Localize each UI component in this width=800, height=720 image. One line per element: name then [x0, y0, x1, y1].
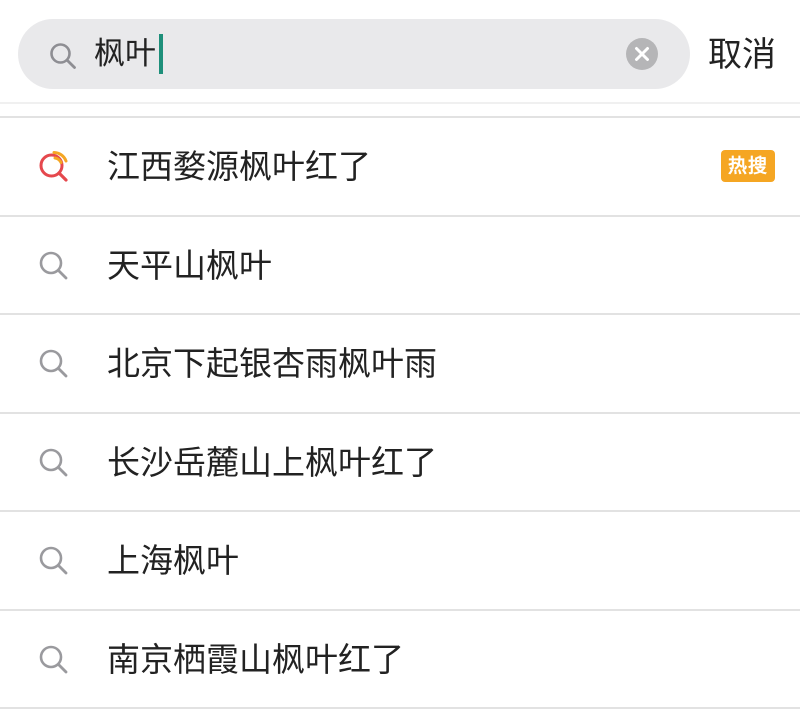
- search-icon: [39, 448, 68, 476]
- suggestion-text: 北京下起银杏雨枫叶雨: [107, 344, 437, 383]
- cancel-button[interactable]: 取消: [708, 32, 776, 78]
- header-divider: [0, 102, 800, 104]
- suggestion-item-hot[interactable]: 江西婺源枫叶红了 热搜: [0, 118, 800, 217]
- search-icon: [39, 349, 68, 378]
- suggestion-item[interactable]: 天平山枫叶: [0, 217, 800, 315]
- suggestion-text: 江西婺源枫叶红了: [107, 147, 371, 186]
- clear-icon: [635, 47, 649, 61]
- suggestion-item[interactable]: 上海枫叶: [0, 512, 800, 611]
- search-query-text: 枫叶: [94, 36, 156, 72]
- suggestion-text: 天平山枫叶: [107, 245, 272, 285]
- suggestion-item[interactable]: 南京栖霞山枫叶红了: [0, 611, 800, 709]
- hot-search-icon: [39, 151, 68, 182]
- search-page: 枫叶 取消 江西婺源枫叶红了 热搜 天平山枫叶 北京下起银杏雨枫叶雨 长沙岳麓山…: [0, 0, 800, 720]
- clear-button[interactable]: [626, 38, 658, 70]
- text-caret: [159, 33, 163, 74]
- search-header: 枫叶 取消: [0, 0, 800, 104]
- suggestion-item[interactable]: 长沙岳麓山上枫叶红了: [0, 414, 800, 512]
- search-icon: [39, 251, 68, 279]
- search-input[interactable]: 枫叶: [18, 19, 690, 89]
- search-icon: [50, 43, 76, 69]
- suggestion-text: 长沙岳麓山上枫叶红了: [107, 442, 437, 482]
- suggestion-text: 南京栖霞山枫叶红了: [107, 639, 404, 679]
- suggestion-list: 江西婺源枫叶红了 热搜 天平山枫叶 北京下起银杏雨枫叶雨 长沙岳麓山上枫叶红了: [0, 118, 800, 709]
- suggestion-item[interactable]: 北京下起银杏雨枫叶雨: [0, 315, 800, 414]
- search-query[interactable]: 枫叶: [94, 33, 163, 75]
- suggestion-text: 上海枫叶: [107, 541, 239, 580]
- hot-badge: 热搜: [721, 150, 775, 182]
- search-icon: [39, 645, 68, 673]
- search-icon: [39, 546, 68, 575]
